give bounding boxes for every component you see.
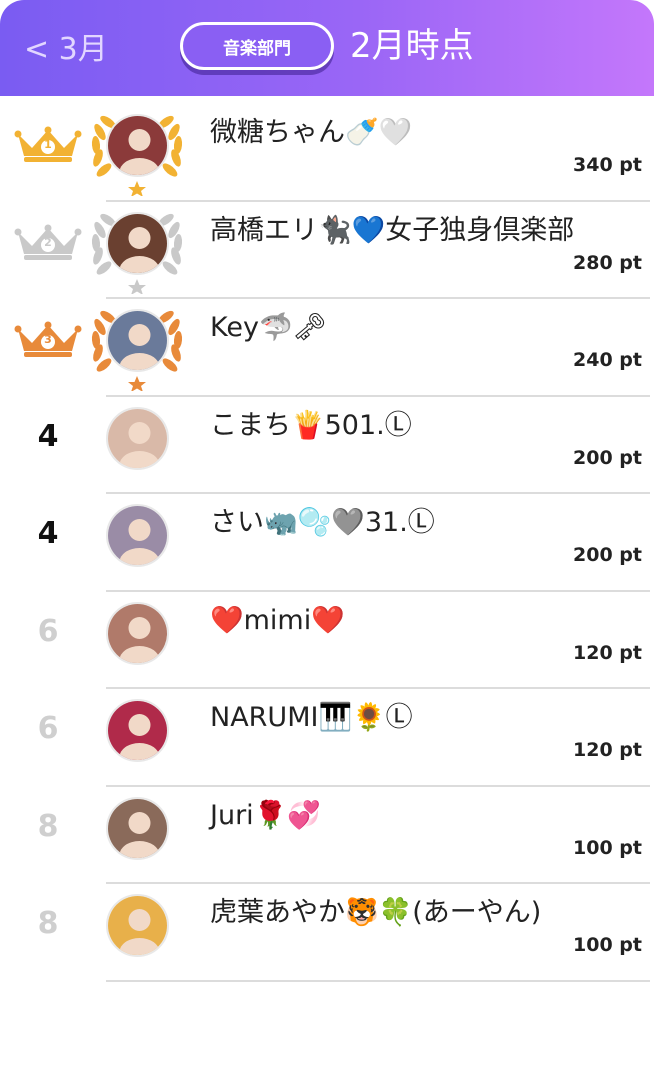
points-value: 280 pt	[573, 251, 642, 274]
ranking-row[interactable]: 3 Key🦈🗝 240 pt	[0, 299, 654, 397]
rank-number: 6	[37, 711, 59, 746]
avatar-container	[86, 206, 188, 294]
rank-cell: 8	[14, 904, 82, 944]
ranking-row[interactable]: 4 こまち🍟501.Ⓛ 200 pt	[0, 397, 654, 494]
rank-number: 2	[44, 235, 52, 249]
points-value: 340 pt	[573, 154, 642, 176]
silver-crown-icon: 2	[14, 222, 82, 262]
ranking-header: < 3月 音楽部門 2月時点	[0, 0, 654, 96]
ranking-list: 1 微糖ちゃん🍼🤍 340 pt 2 高橋エリ🐈‍⬛💙女子独身倶楽部 280 pt 3 Key…	[0, 104, 654, 982]
performer-name[interactable]: 高橋エリ🐈‍⬛💙女子独身倶楽部	[210, 212, 574, 250]
bronze-crown-icon: 3	[14, 319, 82, 359]
department-selector-button[interactable]: 音楽部門	[180, 22, 334, 70]
rank-number: 4	[37, 516, 59, 551]
rank-number: 8	[37, 906, 59, 941]
ranking-row[interactable]: 6 ❤️mimi❤️ 120 pt	[0, 592, 654, 689]
ranking-row[interactable]: 8 Juri🌹💞 100 pt	[0, 787, 654, 884]
performer-name[interactable]: Key🦈🗝	[210, 309, 327, 347]
avatar[interactable]	[106, 114, 169, 177]
performer-name[interactable]: ❤️mimi❤️	[210, 602, 345, 640]
avatar[interactable]	[106, 406, 169, 470]
performer-name[interactable]: こまち🍟501.Ⓛ	[210, 407, 412, 445]
performer-name[interactable]: Juri🌹💞	[210, 797, 321, 835]
ranking-row[interactable]: 2 高橋エリ🐈‍⬛💙女子独身倶楽部 280 pt	[0, 202, 654, 299]
avatar[interactable]	[106, 796, 169, 860]
performer-name[interactable]: さい🦏🫧🩶31.Ⓛ	[210, 504, 435, 542]
rank-number: 1	[44, 138, 52, 151]
row-divider	[106, 979, 650, 982]
avatar-container	[86, 888, 188, 976]
performer-name[interactable]: NARUMI🎹🌻Ⓛ	[210, 699, 413, 737]
avatar-container	[86, 791, 188, 879]
ranking-row[interactable]: 1 微糖ちゃん🍼🤍 340 pt	[0, 104, 654, 202]
avatar[interactable]	[106, 309, 169, 372]
rank-cell: 4	[14, 514, 82, 554]
points-value: 120 pt	[573, 641, 642, 664]
avatar[interactable]	[106, 601, 169, 665]
avatar-container	[86, 693, 188, 781]
previous-month-link[interactable]: < 3月	[24, 30, 108, 70]
rank-cell: 6	[14, 709, 82, 749]
ranking-row[interactable]: 4 さい🦏🫧🩶31.Ⓛ 200 pt	[0, 494, 654, 592]
rank-number: 3	[44, 333, 52, 346]
avatar[interactable]	[106, 504, 169, 567]
points-value: 200 pt	[573, 446, 642, 469]
performer-name[interactable]: 虎葉あやか🐯🍀(あーやん)	[210, 894, 541, 932]
avatar-container	[86, 108, 188, 196]
rank-cell: 4	[14, 417, 82, 457]
rank-number: 6	[37, 613, 59, 649]
rank-cell: 6	[14, 612, 82, 652]
rank-number: 4	[37, 418, 59, 454]
avatar-container	[86, 401, 188, 489]
ranking-row[interactable]: 6 NARUMI🎹🌻Ⓛ 120 pt	[0, 689, 654, 787]
avatar-container	[86, 303, 188, 391]
points-value: 100 pt	[573, 934, 642, 956]
rank-cell: 8	[14, 807, 82, 847]
rank-number: 8	[37, 808, 59, 844]
ranking-row[interactable]: 8 虎葉あやか🐯🍀(あーやん) 100 pt	[0, 884, 654, 982]
points-value: 100 pt	[573, 836, 642, 859]
avatar[interactable]	[106, 894, 169, 957]
avatar[interactable]	[106, 211, 169, 275]
avatar-container	[86, 498, 188, 586]
avatar-container	[86, 596, 188, 684]
performer-name[interactable]: 微糖ちゃん🍼🤍	[210, 114, 412, 152]
points-value: 120 pt	[573, 739, 642, 761]
avatar[interactable]	[106, 699, 169, 762]
period-title: 2月時点	[350, 26, 474, 66]
gold-crown-icon: 1	[14, 124, 82, 164]
points-value: 200 pt	[573, 544, 642, 566]
points-value: 240 pt	[573, 349, 642, 371]
